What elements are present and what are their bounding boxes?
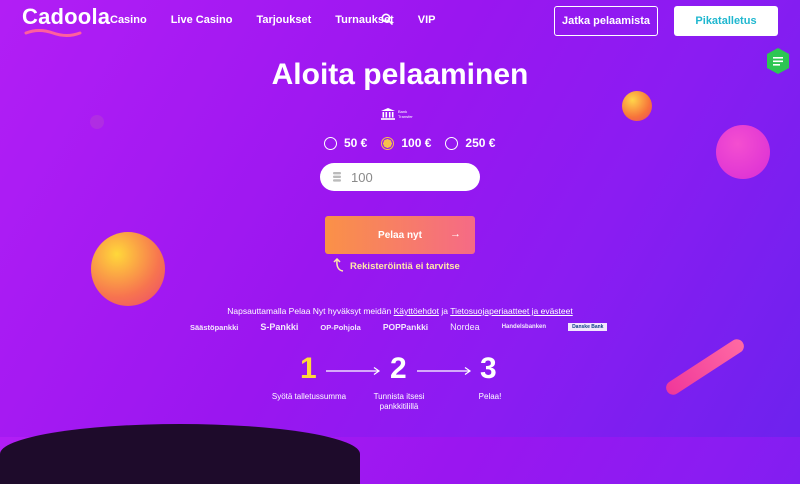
amount-option-50[interactable]: 50 € (324, 136, 367, 150)
terms-join: ja (441, 306, 448, 316)
step-arrow-icon (326, 367, 381, 375)
amount-options: 50 € 100 € 250 € (324, 136, 495, 150)
terms-notice: Napsauttamalla Pelaa Nyt hyväksyt meidän… (0, 306, 800, 316)
step-3-label: Pelaa! (478, 392, 502, 401)
logo-wave-icon (24, 29, 82, 37)
bank-logo-nordea: Nordea (450, 322, 480, 332)
bank-label-line2: Transfer (398, 114, 413, 119)
nav-link-vip[interactable]: VIP (418, 14, 436, 26)
step-2-number: 2 (390, 352, 407, 385)
bank-logo-poppankki: POPPankki (382, 322, 429, 332)
amount-label-250: 250 € (465, 136, 496, 150)
arrow-right-icon: → (450, 228, 461, 240)
decor-ball-faint (90, 115, 104, 129)
step-2-label: Tunnista itsesi pankkitilillä (373, 392, 425, 411)
amount-label-50: 50 € (344, 136, 368, 150)
radio-250[interactable] (445, 136, 459, 150)
coin-stack-icon (333, 172, 341, 182)
nav-link-tarjoukset[interactable]: Tarjoukset (256, 14, 311, 26)
bank-logo-handelsbanken: Handelsbanken (501, 324, 547, 330)
step-arrow-icon (417, 367, 472, 375)
terms-link[interactable]: Käyttöehdot (394, 306, 439, 316)
step-1-number: 1 (300, 352, 317, 385)
privacy-link[interactable]: Tietosuojaperiaatteet ja evästeet (450, 306, 573, 316)
bank-logos: Säästöpankki S-Pankki OP-Pohjola POPPank… (190, 322, 608, 332)
page-title: Aloita pelaaminen (271, 58, 529, 91)
no-registration-note: Rekisteröintiä ei tarvitse (333, 258, 460, 272)
decor-ball-orange-small (622, 91, 652, 121)
amount-option-100[interactable]: 100 € (381, 136, 431, 150)
bank-logo-s-pankki: S-Pankki (260, 322, 299, 332)
bank-logo-op-pohjola: OP-Pohjola (320, 322, 361, 332)
terms-prefix: Napsauttamalla Pelaa Nyt hyväksyt meidän (227, 306, 392, 316)
amount-input-wrapper (320, 163, 480, 191)
bottom-section-edge (0, 424, 360, 484)
bank-transfer-badge: Bank Transfer (381, 108, 413, 120)
amount-input[interactable] (349, 168, 473, 186)
nav-link-casino[interactable]: Casino (110, 14, 147, 26)
play-now-button[interactable]: Pelaa nyt → (325, 216, 475, 254)
bank-logo-saastopankki: Säästöpankki (190, 322, 239, 332)
amount-option-250[interactable]: 250 € (445, 136, 495, 150)
radio-100[interactable] (381, 136, 395, 150)
logo[interactable]: Cadoola (22, 4, 110, 30)
bank-icon (381, 108, 395, 120)
curved-arrow-icon (333, 258, 344, 272)
decor-ball-orange-large (91, 232, 165, 306)
no-registration-text: Rekisteröintiä ei tarvitse (350, 261, 460, 272)
continue-playing-button[interactable]: Jatka pelaamista (554, 6, 658, 36)
play-now-label: Pelaa nyt (378, 229, 422, 241)
radio-50[interactable] (324, 136, 337, 150)
amount-label-100: 100 € (401, 136, 432, 150)
search-icon[interactable] (381, 13, 393, 25)
quick-deposit-button[interactable]: Pikatalletus (674, 6, 778, 36)
step-1-label: Syötä talletussumma (271, 392, 347, 401)
bank-logo-danske-bank: Danske Bank (568, 323, 608, 331)
nav-link-live-casino[interactable]: Live Casino (171, 14, 233, 26)
top-nav: Cadoola Casino Live Casino Tarjoukset Tu… (0, 0, 800, 44)
decor-pill-pink (663, 336, 747, 398)
decor-ball-pink (716, 125, 770, 179)
step-3-number: 3 (480, 352, 497, 385)
